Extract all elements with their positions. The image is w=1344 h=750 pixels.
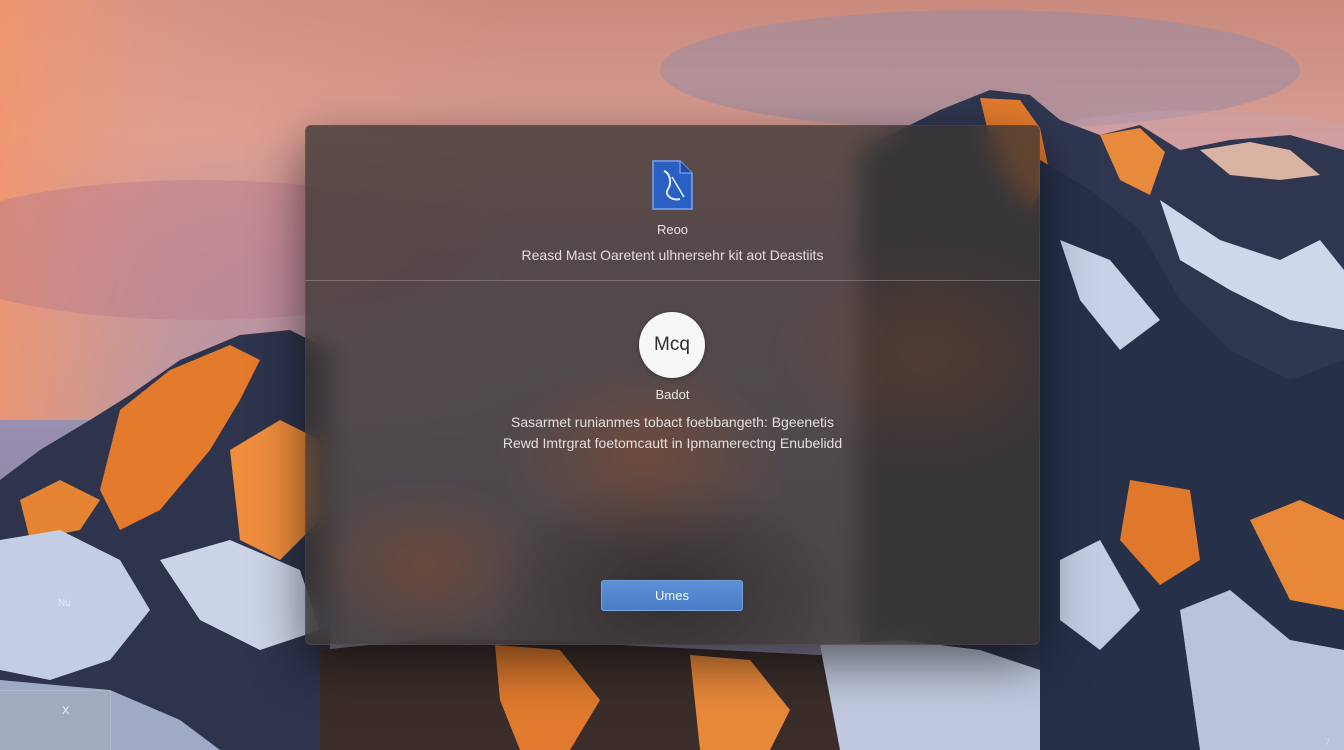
account-avatar[interactable]: Mcq	[639, 312, 705, 378]
bottom-left-panel-label: X	[62, 705, 70, 717]
bottom-left-panel[interactable]: X	[0, 690, 111, 750]
app-subtitle: Reasd Mast Oaretent ulhnersehr kit aot D…	[521, 247, 824, 263]
desktop: Reoo Reasd Mast Oaretent ulhnersehr kit …	[0, 0, 1344, 750]
bottom-right-label: 7	[1324, 737, 1330, 747]
message-line-2: Rewd Imtrgrat foetomcautt in Ipmamerectn…	[502, 435, 843, 451]
avatar-text: Mcq	[654, 334, 690, 355]
bottom-left-label: Nu	[58, 598, 71, 609]
account-name: Badot	[655, 387, 690, 402]
blue-document-pen-icon	[652, 160, 693, 210]
dialog-header: Reoo Reasd Mast Oaretent ulhnersehr kit …	[305, 125, 1040, 281]
primary-action-button[interactable]: Umes	[601, 580, 743, 611]
app-title: Reoo	[656, 222, 689, 237]
message-line-1: Sasarmet runianmes tobact foebbangeth: B…	[511, 414, 834, 430]
sign-in-dialog: Reoo Reasd Mast Oaretent ulhnersehr kit …	[305, 125, 1040, 645]
